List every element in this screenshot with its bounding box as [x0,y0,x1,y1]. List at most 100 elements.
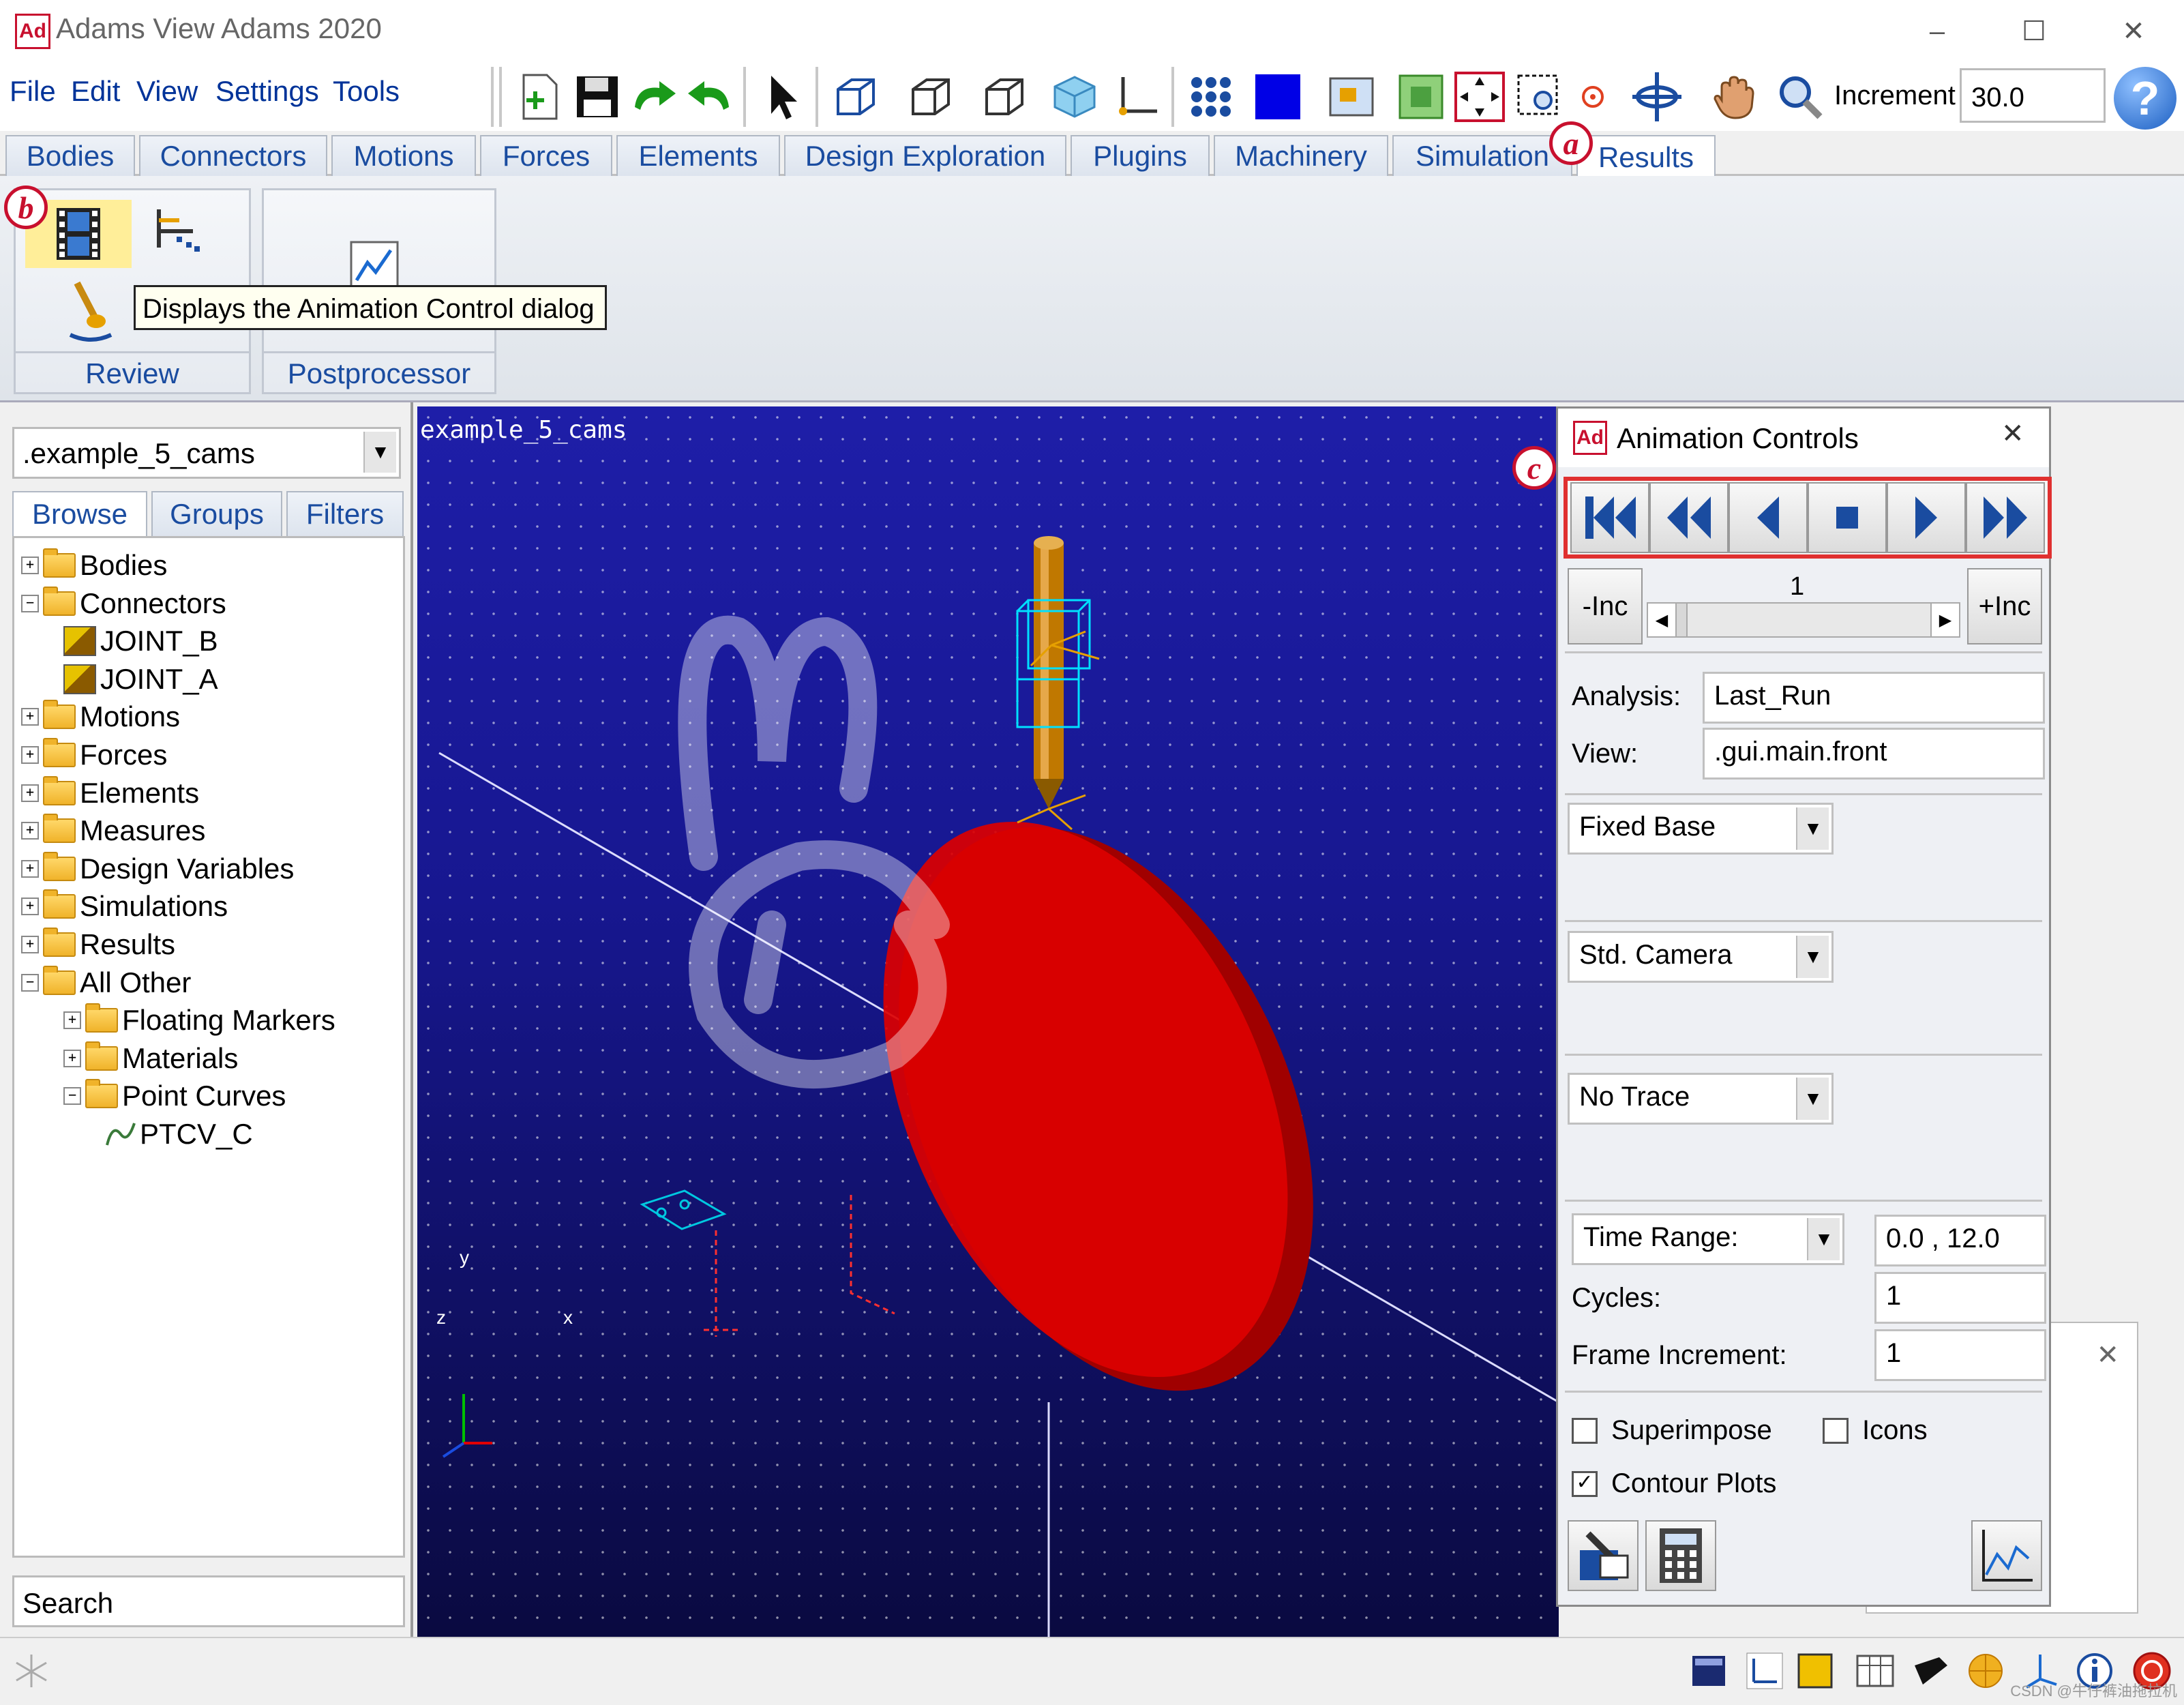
color-icon[interactable] [1793,1649,1837,1693]
time-range-field[interactable]: 0.0 , 12.0 [1874,1215,2046,1266]
icons-checkbox[interactable] [1823,1417,1849,1444]
zoom-magnifier-icon[interactable] [1773,68,1827,125]
contour-plots-checkbox[interactable]: ✓ [1572,1470,1598,1497]
zoom-fit-icon[interactable] [1452,68,1507,125]
slider-thumb[interactable] [1677,604,1688,636]
expand-icon[interactable]: + [63,1049,81,1067]
tree-item[interactable]: − Connectors [21,584,226,623]
tree-item[interactable]: + Motions [21,698,180,736]
grid-icon[interactable] [1184,68,1238,125]
view-field[interactable]: .gui.main.front [1703,728,2045,780]
tree-item[interactable]: − Point Curves [63,1077,286,1115]
tab-results[interactable]: Results [1576,135,1716,179]
icons-option[interactable]: Icons [1823,1415,1928,1446]
front-view-icon[interactable] [903,68,957,125]
window-layout-icon[interactable] [1324,68,1379,125]
play-backward-button[interactable] [1729,482,1808,553]
expand-icon[interactable]: + [21,859,39,878]
go-to-start-button[interactable] [1570,482,1649,553]
tree-item[interactable]: JOINT_A [63,660,218,698]
expand-icon[interactable]: + [21,784,39,802]
menu-edit[interactable]: Edit [71,75,120,108]
expand-icon[interactable]: + [21,822,39,840]
calculator-button[interactable] [1645,1520,1716,1591]
tree-item[interactable]: + Design Variables [21,850,294,888]
collapse-icon[interactable]: − [63,1087,81,1106]
3d-viewport[interactable]: y z x [417,406,1559,1637]
interactive-tool-button[interactable] [57,279,125,347]
tab-motions[interactable]: Motions [331,135,476,176]
tree-item[interactable]: + Floating Markers [63,1001,335,1039]
contour-plots-option[interactable]: ✓ Contour Plots [1572,1468,1776,1499]
close-icon[interactable]: ✕ [2001,418,2024,449]
new-model-icon[interactable] [513,68,567,125]
expand-icon[interactable]: + [21,936,39,953]
expand-icon[interactable]: + [21,708,39,726]
expand-icon[interactable]: + [63,1011,81,1030]
fast-forward-button[interactable] [1966,482,2045,553]
background-color-icon[interactable] [1251,68,1305,125]
tab-bodies[interactable]: Bodies [5,135,135,176]
wrench-icon[interactable] [1909,1649,1953,1693]
tab-plugins[interactable]: Plugins [1071,135,1210,176]
chevron-down-icon[interactable]: ▼ [1796,936,1829,978]
time-range-select[interactable]: Time Range: ▼ [1572,1213,1844,1265]
frame-increment-field[interactable]: 1 [1874,1329,2046,1381]
menu-tools[interactable]: Tools [333,75,400,108]
stop-button[interactable] [1808,482,1887,553]
save-icon[interactable] [570,68,625,125]
tab-connectors[interactable]: Connectors [139,135,327,176]
cycles-field[interactable]: 1 [1874,1272,2046,1324]
tree-item[interactable]: + Elements [21,774,199,812]
tree-item[interactable]: + Forces [21,736,167,774]
collapse-icon[interactable]: − [21,594,39,612]
expand-icon[interactable]: + [21,746,39,764]
tab-simulation[interactable]: Simulation [1392,135,1572,176]
tab-machinery[interactable]: Machinery [1214,135,1388,176]
render-mode-icon[interactable] [1047,68,1102,125]
undo-icon[interactable] [682,68,736,125]
minimize-icon[interactable]: – [1906,11,1968,52]
tab-design-exploration[interactable]: Design Exploration [784,135,1066,176]
inc-button[interactable]: +Inc [1967,568,2042,644]
collapse-icon[interactable]: − [21,973,39,992]
menu-settings[interactable]: Settings [215,75,319,108]
menu-view[interactable]: View [136,75,198,108]
tab-browse[interactable]: Browse [12,491,147,536]
maximize-icon[interactable]: ☐ [2003,11,2065,52]
fit-icon[interactable] [1394,68,1448,125]
center-icon[interactable] [1566,68,1620,125]
trace-select[interactable]: No Trace ▼ [1568,1073,1834,1125]
plot-tracking-button[interactable] [152,207,213,268]
pan-hand-icon[interactable] [1707,68,1762,125]
zoom-box-icon[interactable] [1512,68,1567,125]
base-select[interactable]: Fixed Base ▼ [1568,803,1834,855]
analysis-field[interactable]: Last_Run [1703,672,2045,724]
camera-select[interactable]: Std. Camera ▼ [1568,931,1834,983]
slider-right-arrow-icon[interactable]: ▶ [1930,604,1959,636]
menu-file[interactable]: File [10,75,56,108]
plot-button[interactable] [1971,1520,2042,1591]
superimpose-checkbox[interactable] [1572,1417,1598,1444]
tree-item[interactable]: + Simulations [21,887,228,925]
side-view-icon[interactable] [976,68,1031,125]
tab-filters[interactable]: Filters [286,491,404,536]
help-icon[interactable]: ? [2114,67,2176,130]
tab-groups[interactable]: Groups [151,491,282,536]
model-select[interactable]: .example_5_cams ▼ [12,427,401,479]
search-input[interactable]: Search [12,1575,405,1627]
slider-left-arrow-icon[interactable]: ◀ [1648,604,1677,636]
select-arrow-icon[interactable] [756,68,810,125]
tree-item[interactable]: + Results [21,925,175,964]
record-button[interactable] [1568,1520,1639,1591]
chevron-down-icon[interactable]: ▼ [363,432,396,473]
close-icon[interactable]: ✕ [2096,1339,2119,1371]
superimpose-option[interactable]: Superimpose [1572,1415,1772,1446]
coordinate-triad-icon[interactable] [1110,68,1165,125]
table-icon[interactable] [1853,1649,1897,1693]
chevron-down-icon[interactable]: ▼ [1796,807,1829,850]
redo-icon[interactable] [627,68,682,125]
chevron-down-icon[interactable]: ▼ [1807,1218,1840,1260]
tree-item[interactable]: + Materials [63,1039,238,1078]
close-window-icon[interactable]: ✕ [2103,11,2164,52]
